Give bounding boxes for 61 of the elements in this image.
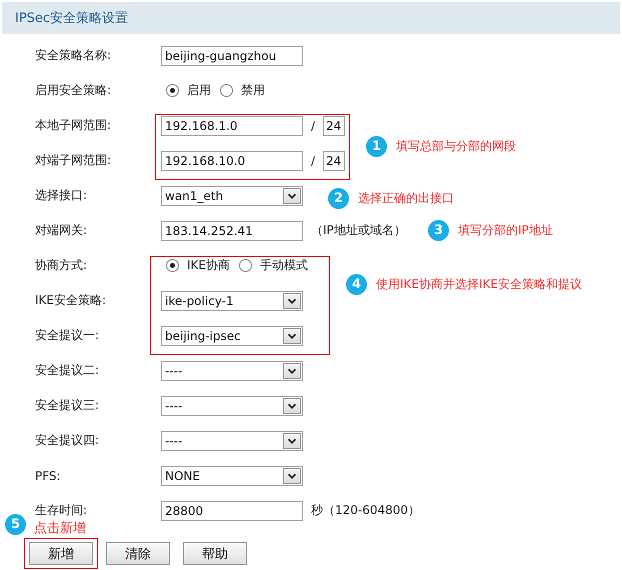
- dropdown-select[interactable]: ike-policy-1: [161, 290, 303, 310]
- action-button[interactable]: 帮助: [183, 542, 247, 565]
- annotation-text: 填写总部与分部的网段: [396, 138, 516, 155]
- subnet-address-field[interactable]: 192.168.1.0: [161, 116, 303, 136]
- section-title: IPSec安全策略设置: [15, 10, 128, 27]
- step-number: 2: [328, 188, 349, 209]
- field-hint: 秒（120-604800）: [311, 502, 420, 519]
- dropdown-select[interactable]: NONE: [161, 466, 303, 486]
- text-field[interactable]: 183.14.252.41: [161, 220, 303, 240]
- field-label: 启用安全策略:: [34, 82, 112, 99]
- field-label: 安全策略名称:: [34, 47, 112, 64]
- separator-text: /: [311, 154, 316, 168]
- radio-button[interactable]: [166, 84, 179, 97]
- field-label: 协商方式:: [34, 257, 88, 274]
- chevron-down-icon: [283, 468, 301, 484]
- field-label: 选择接口:: [34, 187, 88, 204]
- step-number: 5: [5, 514, 26, 534]
- radio-label: 启用: [187, 82, 211, 99]
- action-button[interactable]: 清除: [106, 542, 170, 565]
- radio-label: 禁用: [241, 82, 265, 99]
- field-label: 对端网关:: [34, 222, 88, 239]
- field-label: IKE安全策略:: [34, 292, 108, 309]
- field-label: 对端子网范围:: [34, 152, 112, 169]
- step-number: 4: [346, 274, 367, 295]
- dropdown-select[interactable]: ----: [161, 360, 303, 380]
- subnet-address-field[interactable]: 192.168.10.0: [161, 150, 303, 170]
- chevron-down-icon: [283, 188, 301, 204]
- dropdown-select[interactable]: wan1_eth: [161, 186, 303, 206]
- dropdown-select[interactable]: beijing-ipsec: [161, 326, 303, 346]
- field-label: 本地子网范围:: [34, 117, 112, 134]
- radio-label: IKE协商: [187, 257, 230, 274]
- annotation-text: 点击新增: [34, 520, 86, 537]
- field-label: 安全提议二:: [34, 362, 100, 379]
- step-number: 1: [366, 136, 387, 157]
- separator-text: /: [311, 118, 316, 132]
- field-hint: （IP地址或域名）: [311, 222, 406, 239]
- dropdown-select[interactable]: ----: [161, 430, 303, 450]
- field-label: 安全提议一:: [34, 327, 100, 344]
- dropdown-select[interactable]: ----: [161, 396, 303, 416]
- field-label: PFS:: [34, 468, 62, 482]
- radio-button[interactable]: [220, 84, 233, 97]
- prefix-length-field[interactable]: 24: [323, 150, 346, 170]
- action-button[interactable]: 新增: [29, 542, 93, 565]
- radio-button[interactable]: [239, 259, 252, 272]
- radio-label: 手动模式: [260, 257, 308, 274]
- chevron-down-icon: [283, 328, 301, 344]
- chevron-down-icon: [283, 398, 301, 414]
- text-field[interactable]: 28800: [161, 500, 303, 520]
- step-number: 3: [428, 220, 449, 241]
- chevron-down-icon: [283, 362, 301, 378]
- annotation-text: 选择正确的出接口: [358, 190, 454, 207]
- radio-button[interactable]: [166, 259, 179, 272]
- annotation-text: 填写分部的IP地址: [458, 222, 553, 239]
- prefix-length-field[interactable]: 24: [323, 116, 346, 136]
- field-label: 安全提议四:: [34, 432, 100, 449]
- chevron-down-icon: [283, 292, 301, 308]
- annotation-text: 使用IKE协商并选择IKE安全策略和提议: [376, 276, 582, 293]
- text-field[interactable]: beijing-guangzhou: [161, 46, 303, 66]
- chevron-down-icon: [283, 432, 301, 448]
- field-label: 安全提议三:: [34, 397, 100, 414]
- field-label: 生存时间:: [34, 502, 88, 519]
